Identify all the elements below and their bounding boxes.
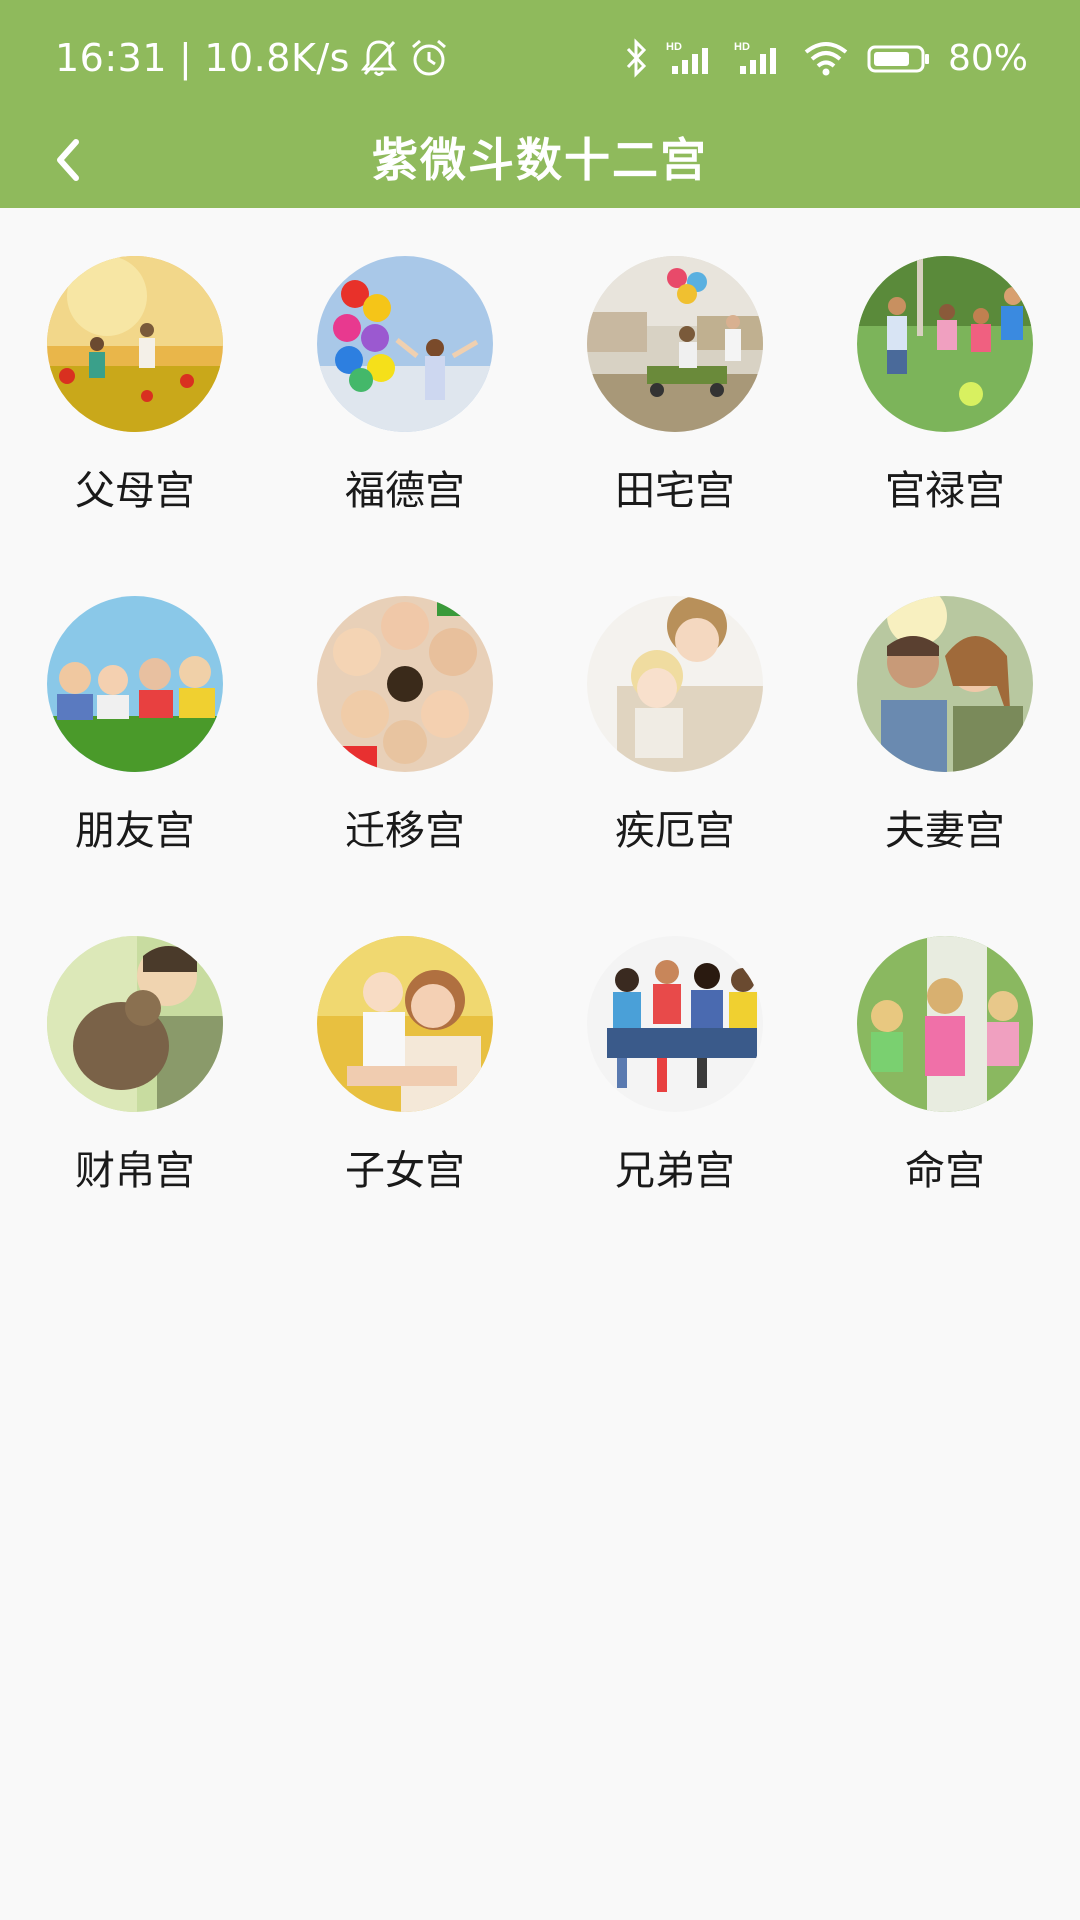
hd-signal-icon: HD	[666, 38, 718, 78]
palace-image-kids-ball	[857, 256, 1033, 432]
palace-label: 福德宫	[345, 468, 465, 514]
palace-image-family-wagon	[587, 256, 763, 432]
palace-item[interactable]: 子女宫	[270, 888, 540, 1228]
palace-image-girls-running	[857, 936, 1033, 1112]
palace-item[interactable]: 福德宫	[270, 208, 540, 548]
palace-item[interactable]: 兄弟宫	[540, 888, 810, 1228]
back-button[interactable]	[36, 128, 100, 192]
palace-item[interactable]: 迁移宫	[270, 548, 540, 888]
palace-label: 命宫	[905, 1148, 985, 1194]
nav-bar: 紫微斗数十二宫	[0, 112, 1080, 208]
palace-label: 子女宫	[345, 1148, 465, 1194]
status-bar: 16:31 | 10.8K/s HD HD 80%	[0, 0, 1080, 112]
svg-text:HD: HD	[666, 41, 682, 53]
bluetooth-icon	[624, 38, 650, 78]
palace-item[interactable]: 疾厄宫	[540, 548, 810, 888]
palace-label: 夫妻宫	[885, 808, 1005, 854]
palace-label: 朋友宫	[75, 808, 195, 854]
palace-label: 疾厄宫	[615, 808, 735, 854]
mute-bell-icon	[360, 38, 398, 78]
palace-item[interactable]: 夫妻宫	[810, 548, 1080, 888]
chevron-left-icon	[57, 139, 79, 181]
status-right: HD HD 80%	[624, 30, 1028, 86]
palace-label: 财帛宫	[75, 1148, 195, 1194]
palace-item[interactable]: 命宫	[810, 888, 1080, 1228]
app-header: 16:31 | 10.8K/s HD HD 80% 紫微斗数十二宫	[0, 0, 1080, 208]
status-left: 16:31 | 10.8K/s	[55, 30, 450, 86]
status-time: 16:31	[55, 36, 168, 80]
palace-label: 官禄宫	[885, 468, 1005, 514]
wifi-icon	[802, 38, 850, 78]
palace-label: 父母宫	[75, 468, 195, 514]
palace-item[interactable]: 财帛宫	[0, 888, 270, 1228]
palace-item[interactable]: 父母宫	[0, 208, 270, 548]
palace-item[interactable]: 官禄宫	[810, 208, 1080, 548]
hd-signal-icon: HD	[734, 38, 786, 78]
palace-image-children-circle	[317, 596, 493, 772]
palace-image-balloons	[317, 256, 493, 432]
palace-image-mother-child	[587, 596, 763, 772]
palace-item[interactable]: 朋友宫	[0, 548, 270, 888]
palace-image-children-grass	[47, 596, 223, 772]
battery-icon	[866, 38, 932, 78]
palace-image-child-flower-field	[47, 256, 223, 432]
status-separator: |	[179, 36, 193, 80]
palace-item[interactable]: 田宅宫	[540, 208, 810, 548]
palace-label: 迁移宫	[345, 808, 465, 854]
battery-percent: 80%	[947, 37, 1028, 79]
svg-text:HD: HD	[734, 41, 750, 53]
palace-label: 田宅宫	[615, 468, 735, 514]
alarm-icon	[408, 37, 450, 79]
palace-image-couple	[857, 596, 1033, 772]
palace-label: 兄弟宫	[615, 1148, 735, 1194]
palace-image-boy-dog	[47, 936, 223, 1112]
palace-image-kids-group	[587, 936, 763, 1112]
palace-image-mother-baby	[317, 936, 493, 1112]
network-speed: 10.8K/s	[204, 36, 350, 80]
page-title: 紫微斗数十二宫	[372, 133, 708, 187]
